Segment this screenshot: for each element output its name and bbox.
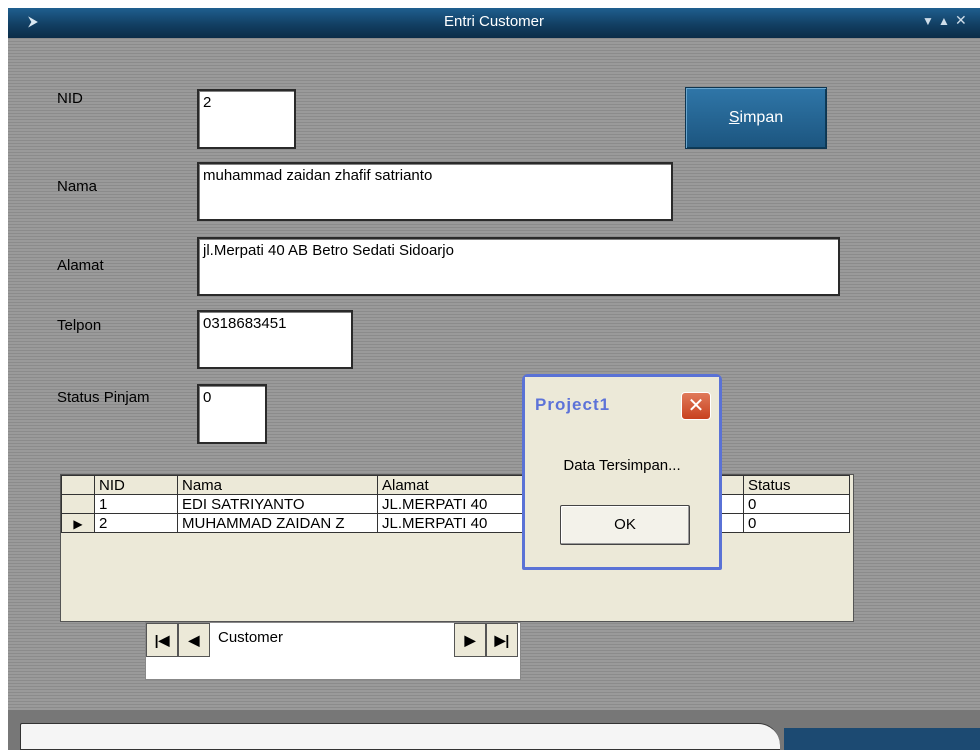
- minimize-icon[interactable]: ▼: [922, 14, 934, 28]
- maximize-icon[interactable]: ▲: [938, 14, 950, 28]
- row-selector[interactable]: [61, 494, 95, 514]
- move-next-button[interactable]: ▶: [454, 623, 486, 657]
- table-row[interactable]: 1 EDI SATRIYANTO JL.MERPATI 40 0: [61, 494, 850, 514]
- simpan-label-rest: impan: [739, 109, 784, 126]
- nid-label: NID: [57, 90, 83, 107]
- close-icon: ✕: [687, 395, 705, 417]
- simpan-mnemonic: S: [728, 109, 740, 126]
- message-text: Data Tersimpan...: [563, 457, 681, 474]
- table-row[interactable]: ▶ 2 MUHAMMAD ZAIDAN Z JL.MERPATI 40 0: [61, 513, 850, 533]
- previous-record-icon: ◀: [188, 632, 200, 648]
- status-pinjam-input[interactable]: 0: [197, 384, 267, 444]
- message-box-title: Project1: [535, 395, 611, 414]
- alamat-input[interactable]: jl.Merpati 40 AB Betro Sedati Sidoarjo: [197, 237, 840, 296]
- navigator-caption: Customer: [218, 629, 284, 646]
- status-pinjam-label: Status Pinjam: [57, 389, 150, 406]
- status-panel: [20, 723, 780, 750]
- nama-label: Nama: [57, 178, 98, 195]
- current-row-arrow-icon: ▶: [73, 516, 83, 531]
- move-first-button[interactable]: |◀: [146, 623, 178, 657]
- data-navigator: |◀ ◀ Customer ▶ ▶|: [145, 622, 521, 680]
- title-bar[interactable]: ⮞ Entri Customer ▼ ▲ ✕: [8, 8, 980, 38]
- grid-col-nama[interactable]: Nama: [177, 475, 378, 495]
- nid-input[interactable]: 2: [197, 89, 296, 149]
- grid-col-status[interactable]: Status: [743, 475, 850, 495]
- alamat-label: Alamat: [57, 257, 104, 274]
- telpon-input[interactable]: 0318683451: [197, 310, 353, 369]
- row-selector-current[interactable]: ▶: [61, 513, 95, 533]
- grid-col-nid[interactable]: NID: [94, 475, 178, 495]
- message-box-close-button[interactable]: ✕: [681, 392, 711, 420]
- telpon-label: Telpon: [57, 317, 102, 334]
- next-record-icon: ▶: [464, 632, 476, 648]
- close-icon[interactable]: ✕: [955, 12, 967, 29]
- last-record-icon: ▶|: [494, 632, 510, 648]
- cell-nama[interactable]: MUHAMMAD ZAIDAN Z: [177, 513, 378, 533]
- nama-input[interactable]: muhammad zaidan zhafif satrianto: [197, 162, 673, 221]
- customer-grid[interactable]: NID Nama Alamat Status 1 EDI SATRIYANTO …: [60, 474, 854, 622]
- grid-header-row: NID Nama Alamat Status: [61, 475, 850, 495]
- status-bar: [8, 710, 980, 750]
- message-box-title-bar[interactable]: Project1 ✕: [525, 377, 719, 429]
- ok-button[interactable]: OK: [560, 505, 690, 545]
- first-record-icon: |◀: [154, 632, 170, 648]
- cell-nid[interactable]: 2: [94, 513, 178, 533]
- simpan-button[interactable]: Simpan: [685, 87, 827, 149]
- grid-corner-cell: [61, 475, 95, 495]
- window-title: Entri Customer: [443, 13, 545, 30]
- move-previous-button[interactable]: ◀: [178, 623, 210, 657]
- message-box: Project1 ✕ Data Tersimpan... OK: [522, 374, 722, 570]
- cell-status[interactable]: 0: [743, 494, 850, 514]
- cell-nid[interactable]: 1: [94, 494, 178, 514]
- move-last-button[interactable]: ▶|: [486, 623, 518, 657]
- cell-nama[interactable]: EDI SATRIYANTO: [177, 494, 378, 514]
- cell-status[interactable]: 0: [743, 513, 850, 533]
- status-accent: [784, 728, 980, 750]
